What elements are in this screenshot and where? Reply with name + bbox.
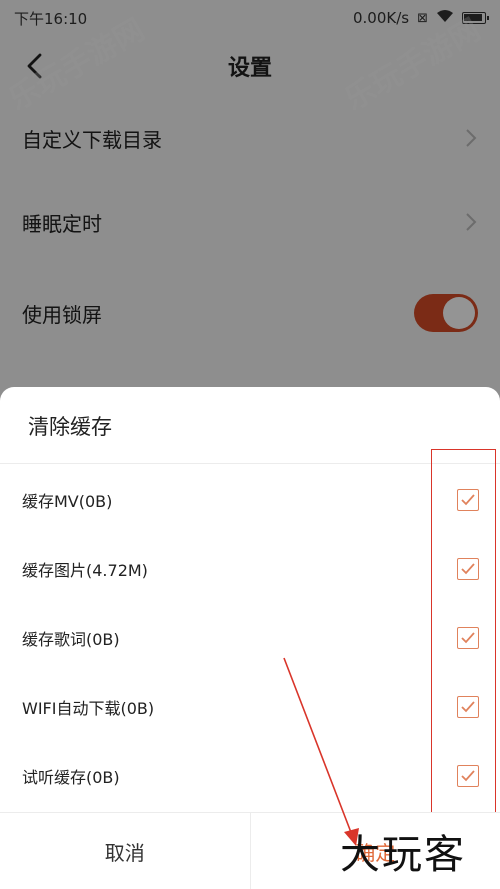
option-cache-mv[interactable]: 缓存MV(0B) <box>0 465 500 534</box>
cancel-button[interactable]: 取消 <box>0 813 251 889</box>
option-label: 缓存图片(4.72M) <box>22 560 148 580</box>
option-label: 缓存MV(0B) <box>22 491 113 511</box>
option-label: 试听缓存(0B) <box>22 767 120 787</box>
dialog-title: 清除缓存 <box>28 415 112 439</box>
option-preview-cache[interactable]: 试听缓存(0B) <box>0 741 500 810</box>
clear-cache-dialog: 清除缓存 缓存MV(0B) 缓存图片(4.72M) 缓存歌词(0B) WIFI自… <box>0 387 500 889</box>
annotation-highlight-box <box>431 449 496 813</box>
watermark-logo: 大玩客 <box>340 832 466 878</box>
option-wifi-auto-download[interactable]: WIFI自动下载(0B) <box>0 672 500 741</box>
option-label: 缓存歌词(0B) <box>22 629 120 649</box>
option-cache-images[interactable]: 缓存图片(4.72M) <box>0 534 500 603</box>
option-cache-lyrics[interactable]: 缓存歌词(0B) <box>0 603 500 672</box>
divider <box>0 463 500 464</box>
option-label: WIFI自动下载(0B) <box>22 698 155 718</box>
